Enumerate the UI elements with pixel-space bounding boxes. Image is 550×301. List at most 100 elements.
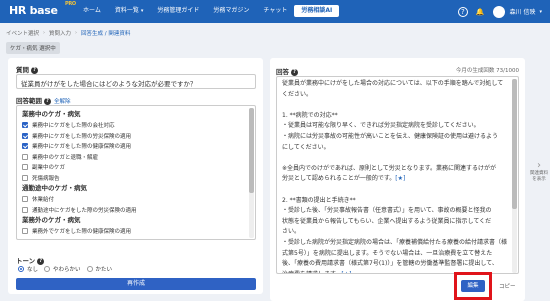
answer-line: 後、「療養の費用請求書（様式第7号(1)）」を管轄の労働基準監督署に提出して、: [282, 259, 510, 270]
category-heading: 業務外のケガ・病気: [22, 216, 81, 224]
help-icon[interactable]: ?: [37, 257, 45, 265]
list-item[interactable]: 死傷病報告: [22, 173, 249, 184]
checkbox[interactable]: [22, 174, 28, 181]
answer-line: ください。: [282, 90, 510, 101]
category-label: 回答範囲: [16, 97, 42, 105]
list-item[interactable]: 業務中にケガをした際の健康保険の適用: [22, 141, 249, 152]
related-docs-toggle[interactable]: › 関連資料 を表示: [530, 160, 548, 183]
nav-chat[interactable]: チャット: [256, 5, 294, 17]
checkbox[interactable]: [22, 196, 28, 203]
answer-scrollbar[interactable]: [512, 79, 517, 273]
bell-icon[interactable]: 🔔: [476, 8, 485, 16]
answer-line-text: 式第5号）」を病院に提出します。そうでない場合は、一旦治療費を立て替えた: [282, 249, 493, 257]
checkbox[interactable]: [22, 153, 28, 160]
category-scrollbar[interactable]: [249, 108, 254, 238]
answer-line: 2. **書類の提出と手続き**: [282, 196, 510, 207]
list-item[interactable]: 通勤途中にケガをした際の労災保険の適用: [22, 205, 249, 216]
list-item-label: 業務中のケガと退職・解雇: [32, 154, 99, 161]
list-item-label: 休業給付: [32, 197, 55, 204]
checkbox[interactable]: [22, 228, 28, 235]
help-icon[interactable]: ?: [31, 66, 38, 74]
list-item[interactable]: 業務中のケガと退職・解雇: [22, 152, 249, 163]
list-item-label: 業務外でケガをした際の健康保険の適用: [32, 229, 132, 236]
answer-line: ・受診した病院が労災指定病院の場合は、「療養補償給付たる療養の給付請求書（様: [282, 238, 510, 249]
answer-line-text: 従業員が業務中にけがをした場合の対応については、以下の手順を踏んで対処して: [282, 80, 504, 87]
help-icon[interactable]: ?: [291, 68, 298, 76]
answer-line-text: ※全員内でのけがであれば、原則として労災となります。業務に関連するけがが: [282, 164, 497, 172]
tone-radio-formal[interactable]: [86, 266, 93, 272]
tone-radio-none[interactable]: [18, 266, 24, 272]
list-item-label: 業務中にケガをした際の会社対応: [32, 123, 115, 130]
answer-line-text: 治療費を請求します。: [282, 271, 341, 273]
logo-text: HR base: [9, 4, 58, 17]
list-item-label: 死傷病報告: [32, 175, 60, 182]
chevron-down-icon: ▾: [140, 8, 144, 14]
nav-labor-magazine-label: 労務マガジン: [213, 7, 250, 14]
answer-line: ・病院には労災事故の可能性が高いことを伝え、健康保険証の使用は避けるよう: [282, 132, 510, 143]
tone-options: なし やわらかい かたい: [18, 265, 112, 273]
list-item-label: 副業中のケガ: [32, 165, 66, 172]
answer-line: にしてください。: [282, 143, 510, 154]
tone-radio-soft[interactable]: [44, 266, 51, 272]
chevron-down-icon[interactable]: ▾: [539, 9, 542, 15]
help-icon[interactable]: ?: [457, 6, 468, 17]
nav-documents[interactable]: 資料一覧 ▾: [108, 5, 151, 17]
avatar[interactable]: [492, 5, 505, 18]
question-label: 質問: [16, 66, 29, 74]
checkbox[interactable]: [22, 143, 28, 150]
list-item[interactable]: 業務中にケガをした際の会社対応: [22, 120, 249, 131]
answer-text: 従業員が業務中にけがをした場合の対応については、以下の手順を踏んで対処してくださ…: [282, 79, 510, 273]
highlight-box: [454, 272, 492, 300]
nav-labor-guide-label: 労務管理ガイド: [157, 7, 200, 14]
answer-line-text: 1. **病院での対応**: [282, 111, 338, 119]
answer-textarea[interactable]: 従業員が業務中にけがをした場合の対応については、以下の手順を踏んで対処してくださ…: [276, 76, 519, 274]
answer-line: 労災として認められることが一般的です。[★]: [282, 174, 510, 185]
checkbox[interactable]: [22, 206, 28, 213]
nav-labor-magazine[interactable]: 労務マガジン: [206, 5, 256, 17]
related-docs-label-2: を表示: [532, 177, 546, 182]
nav-labor-ai-label: 労務相談AI: [301, 7, 333, 14]
reference-link[interactable]: [★]: [395, 175, 405, 182]
scrollbar-thumb[interactable]: [249, 108, 254, 193]
answer-line-text: ・受診した後、「労災事故報告書（任意書式）」を用いて、事故の概要と怪我の: [282, 207, 492, 215]
recreate-button[interactable]: 再作成: [16, 278, 256, 290]
answer-line: 従業員が業務中にけがをした場合の対応については、以下の手順を踏んで対処して: [282, 79, 510, 90]
checkbox[interactable]: [22, 122, 28, 129]
answer-line: 1. **病院での対応**: [282, 111, 510, 122]
help-icon[interactable]: ?: [44, 97, 51, 105]
checkbox[interactable]: [22, 132, 28, 139]
answer-label: 回答: [276, 68, 289, 76]
answer-line: ・従業員は可能な限り早く、できれば労災指定病院を受診してください。: [282, 121, 510, 132]
user-name[interactable]: 森川 信映: [510, 7, 536, 16]
copy-link[interactable]: コピー: [499, 282, 516, 290]
list-item[interactable]: 副業中のケガ: [22, 162, 249, 173]
answer-line-text: 2. **書類の提出と手続き**: [282, 196, 356, 204]
answer-line-text: 労災として認められることが一般的です。: [282, 175, 396, 183]
answer-line-text: ・病院には労災事故の可能性が高いことを伝え、健康保険証の使用は避けるよう: [282, 132, 499, 140]
list-item[interactable]: 休業給付: [22, 194, 249, 205]
main-nav: ホーム 資料一覧 ▾ 労務管理ガイド 労務マガジン チャット 労務相談AI: [76, 5, 340, 17]
nav-labor-ai[interactable]: 労務相談AI: [294, 5, 340, 17]
nav-home[interactable]: ホーム: [76, 5, 108, 17]
chevron-right-icon: ›: [43, 30, 46, 36]
step-question-input[interactable]: 質問入力: [49, 29, 71, 37]
list-item-label: 業務中にケガをした際の労災保険の適用: [32, 133, 132, 140]
hr-base-logo[interactable]: HR base PRO: [9, 1, 76, 17]
category-heading: 業務中のケガ・病気: [22, 110, 81, 118]
list-item[interactable]: 業務中にケガをした際の労災保険の適用: [22, 131, 249, 142]
category-label-row: 回答範囲? 全解除: [16, 95, 71, 105]
tone-label: トーン: [16, 257, 36, 265]
nav-documents-label: 資料一覧: [114, 7, 139, 14]
nav-labor-guide[interactable]: 労務管理ガイド: [150, 5, 206, 17]
checkbox[interactable]: [22, 164, 28, 171]
generation-count: 今月の生成回数 73/1000: [455, 68, 519, 74]
answer-line: [282, 100, 510, 111]
step-event-select[interactable]: イベント選択: [6, 29, 39, 37]
answer-line: 式第5号）」を病院に提出します。そうでない場合は、一旦治療費を立て替えた: [282, 249, 510, 260]
category-list: 業務中のケガ・病気 業務中にケガをした際の会社対応 業務中にケガをした際の労災保…: [17, 106, 249, 237]
answer-line: [282, 153, 510, 164]
reference-link[interactable]: [★]: [341, 271, 351, 273]
scrollbar-thumb[interactable]: [512, 79, 517, 209]
list-item[interactable]: 業務外でケガをした際の健康保険の適用: [22, 226, 249, 237]
question-input[interactable]: 従業員がけがをした場合にはどのような対応が必要ですか？: [16, 74, 256, 89]
